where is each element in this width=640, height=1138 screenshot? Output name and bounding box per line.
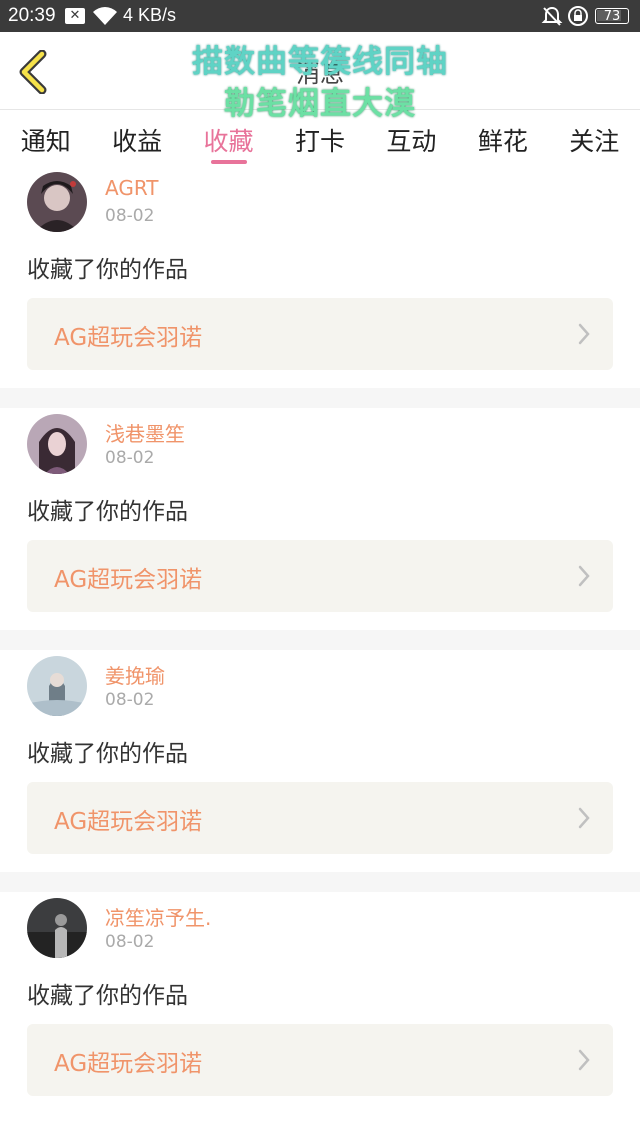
network-speed: 4 KB/s: [123, 5, 177, 25]
user-name[interactable]: AGRT: [105, 176, 159, 200]
item-date: 08-02: [105, 206, 155, 226]
action-text: 收藏了你的作品: [27, 983, 188, 1009]
favorites-list: AGRT 08-02 收藏了你的作品 AG超玩会羽诺 浅巷墨笙 08-02 收藏…: [0, 166, 640, 1114]
item-date: 08-02: [105, 932, 155, 952]
tab-earnings[interactable]: 收益: [91, 110, 182, 166]
overlay-text-line1: 描数曲等篌线同轴: [192, 44, 448, 80]
avatar[interactable]: [27, 898, 87, 958]
chevron-right-icon: [577, 564, 591, 592]
tab-flowers[interactable]: 鲜花: [457, 110, 548, 166]
list-item: 浅巷墨笙 08-02 收藏了你的作品 AG超玩会羽诺: [0, 408, 640, 630]
list-item: AGRT 08-02 收藏了你的作品 AG超玩会羽诺: [0, 166, 640, 388]
user-name[interactable]: 姜挽瑜: [105, 660, 165, 689]
user-name[interactable]: 浅巷墨笙: [105, 418, 185, 447]
divider: [0, 630, 640, 650]
avatar[interactable]: [27, 172, 87, 232]
action-text: 收藏了你的作品: [27, 499, 188, 525]
work-title: AG超玩会羽诺: [54, 567, 203, 593]
item-date: 08-02: [105, 690, 155, 710]
work-card[interactable]: AG超玩会羽诺: [27, 782, 613, 854]
avatar[interactable]: [27, 656, 87, 716]
list-item: 凉笙凉予生. 08-02 收藏了你的作品 AG超玩会羽诺: [0, 892, 640, 1114]
item-date: 08-02: [105, 448, 155, 468]
header-bar: 消息 描数曲等篌线同轴 勒笔烟直大漠: [0, 32, 640, 122]
work-card[interactable]: AG超玩会羽诺: [27, 298, 613, 370]
work-title: AG超玩会羽诺: [54, 325, 203, 351]
rotation-lock-icon: [567, 5, 589, 31]
silent-bell-icon: [541, 5, 563, 31]
battery-icon: 73: [595, 8, 629, 24]
action-text: 收藏了你的作品: [27, 741, 188, 767]
tab-interaction[interactable]: 互动: [366, 110, 457, 166]
tab-following[interactable]: 关注: [549, 110, 640, 166]
divider: [0, 872, 640, 892]
work-title: AG超玩会羽诺: [54, 809, 203, 835]
divider: [0, 388, 640, 408]
user-name[interactable]: 凉笙凉予生.: [105, 902, 211, 931]
chevron-right-icon: [577, 806, 591, 834]
list-item: 姜挽瑜 08-02 收藏了你的作品 AG超玩会羽诺: [0, 650, 640, 872]
notification-x-icon: ✕: [65, 8, 85, 24]
status-time: 20:39: [8, 5, 56, 26]
work-title: AG超玩会羽诺: [54, 1051, 203, 1077]
work-card[interactable]: AG超玩会羽诺: [27, 540, 613, 612]
work-card[interactable]: AG超玩会羽诺: [27, 1024, 613, 1096]
chevron-right-icon: [577, 1048, 591, 1076]
tab-favorites[interactable]: 收藏: [183, 110, 274, 166]
active-tab-indicator: [210, 160, 247, 164]
chevron-right-icon: [577, 322, 591, 350]
tab-bar: 通知 收益 收藏 打卡 互动 鲜花 关注: [0, 110, 640, 166]
status-bar: 20:39 ✕ 4 KB/s 73: [0, 0, 640, 32]
avatar[interactable]: [27, 414, 87, 474]
action-text: 收藏了你的作品: [27, 257, 188, 283]
tab-notifications[interactable]: 通知: [0, 110, 91, 166]
tab-checkin[interactable]: 打卡: [274, 110, 365, 166]
wifi-icon: [91, 5, 119, 31]
